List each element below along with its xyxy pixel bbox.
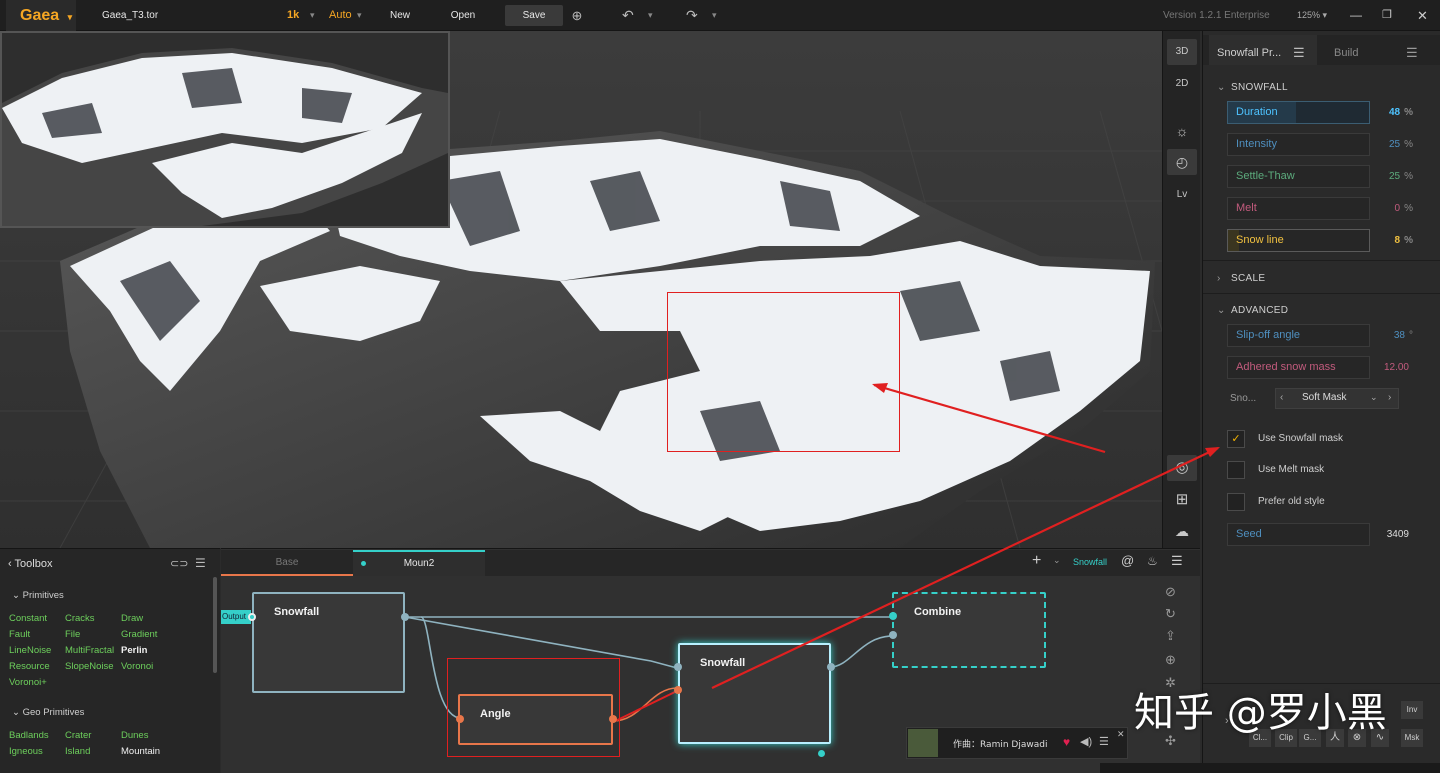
arrow-head (1205, 447, 1220, 457)
arrow-head (872, 383, 888, 393)
annotation-arrow-checkbox (711, 447, 1219, 689)
watermark: 知乎 @罗小黑 (1134, 690, 1387, 736)
status-bar (1100, 763, 1440, 773)
annotation-overlay (711, 383, 1220, 689)
annotation-arrow-viewport (873, 383, 1106, 454)
